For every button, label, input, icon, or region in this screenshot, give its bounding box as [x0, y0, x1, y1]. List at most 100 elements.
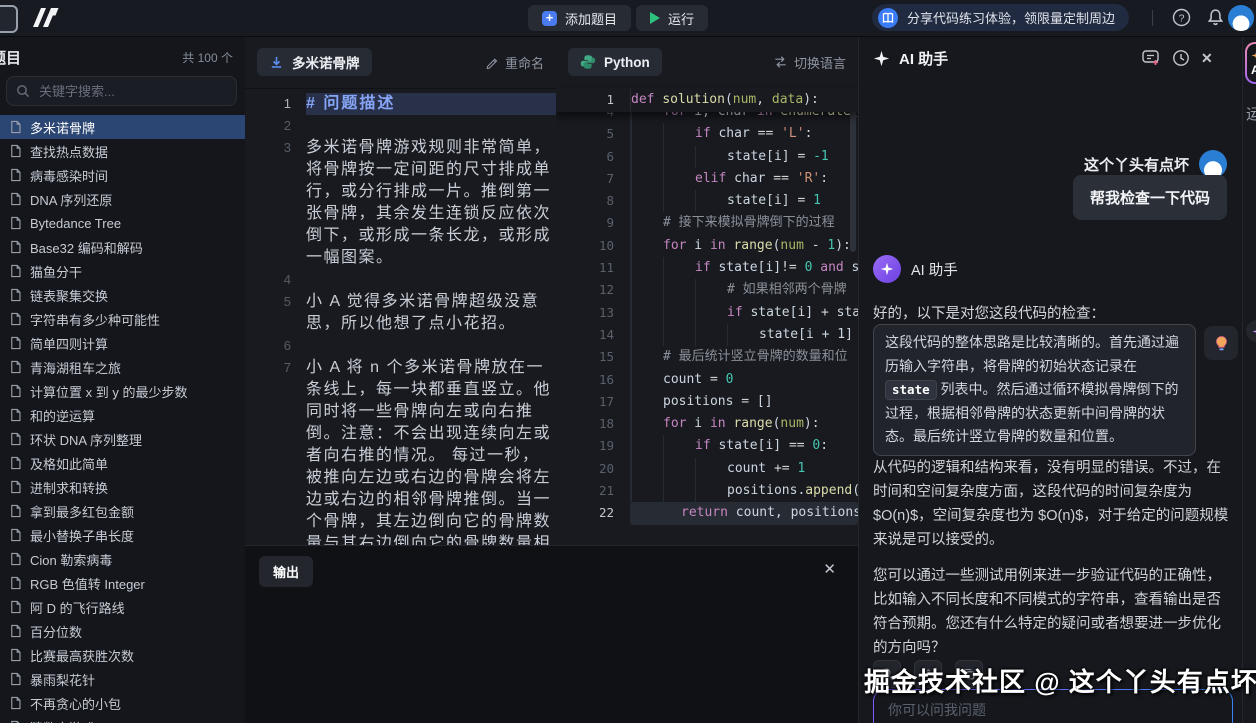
- sidebar-item[interactable]: 查找热点数据: [0, 139, 245, 163]
- search-input[interactable]: [37, 83, 227, 100]
- new-chat-icon[interactable]: [1141, 48, 1161, 68]
- file-icon: [9, 216, 22, 230]
- close-icon[interactable]: ✕: [1201, 50, 1213, 67]
- code-line: 1def solution(num, data):: [556, 89, 858, 111]
- sidebar-item[interactable]: 病毒感染时间: [0, 163, 245, 187]
- code-line: 7elif char == 'R':: [556, 168, 858, 190]
- sidebar-item-label: Cion 勒索病毒: [30, 550, 112, 569]
- inline-code-chip: state: [885, 380, 937, 400]
- sidebar-item-label: Bytedance Tree: [30, 216, 121, 231]
- code-panel-header: Python 切换语言: [556, 36, 858, 89]
- code-line: 20count += 1: [556, 458, 858, 480]
- pencil-icon: [485, 55, 499, 69]
- code-line: 14state[i + 1]: [556, 324, 858, 346]
- rename-button[interactable]: 重命名: [485, 53, 544, 72]
- sidebar-item[interactable]: 比赛最高获胜次数: [0, 643, 245, 667]
- sidebar-item-label: 计算位置 x 到 y 的最少步数: [30, 382, 187, 401]
- code-line: 18for i in range(num):: [556, 413, 858, 435]
- juejin-logo[interactable]: [30, 6, 60, 29]
- language-tab[interactable]: Python: [568, 48, 662, 76]
- sidebar-item-label: 病毒感染时间: [30, 166, 108, 185]
- sidebar-item[interactable]: 猫鱼分干: [0, 259, 245, 283]
- user-avatar[interactable]: [1228, 5, 1254, 31]
- code-line: 15# 最后统计竖立骨牌的数量和位: [556, 346, 858, 368]
- sidebar-item-label: 字符串有多少种可能性: [30, 310, 160, 329]
- sidebar-item[interactable]: 不再贪心的小包: [0, 691, 245, 715]
- file-icon: [9, 288, 22, 302]
- insight-button[interactable]: [1204, 326, 1238, 360]
- plus-icon: +: [542, 11, 557, 26]
- file-icon: [9, 144, 22, 158]
- sidebar-item[interactable]: 阿 D 的飞行路线: [0, 595, 245, 619]
- code-scrollbar[interactable]: [850, 92, 856, 252]
- svg-text:?: ?: [1179, 12, 1185, 24]
- sidebar-item-label: RGB 色值转 Integer: [30, 574, 145, 593]
- ai-widget-partial-text: 运: [1246, 103, 1256, 124]
- sidebar-item[interactable]: 计算位置 x 到 y 的最少步数: [0, 379, 245, 403]
- sidebar-item[interactable]: 多米诺骨牌: [0, 115, 245, 139]
- sidebar-item[interactable]: 暴雨梨花针: [0, 667, 245, 691]
- sidebar-item[interactable]: 拿到最多红包金额: [0, 499, 245, 523]
- sidebar-item[interactable]: 青海湖租车之旅: [0, 355, 245, 379]
- code-line: 16count = 0: [556, 369, 858, 391]
- help-icon[interactable]: ?: [1172, 8, 1191, 27]
- file-icon: [9, 672, 22, 686]
- sidebar-item[interactable]: Cion 勒索病毒: [0, 547, 245, 571]
- sidebar-item[interactable]: 链表聚集交换: [0, 283, 245, 307]
- sidebar-item[interactable]: 最小替换子串长度: [0, 523, 245, 547]
- sidebar-item[interactable]: 进制求和转换: [0, 475, 245, 499]
- description-line: 5小 A 觉得多米诺骨牌超级没意思，所以他想了点小花招。: [245, 291, 556, 335]
- problem-tab[interactable]: 多米诺骨牌: [257, 48, 372, 76]
- sidebar-item-label: DNA 序列还原: [30, 190, 112, 209]
- sidebar-item-label: 进制求和转换: [30, 478, 108, 497]
- sidebar-header: 题目 共 100 个: [0, 36, 245, 74]
- sidebar-item-label: 简单四则计算: [30, 334, 108, 353]
- switch-language-button[interactable]: 切换语言: [773, 53, 846, 72]
- download-icon: [269, 55, 284, 70]
- file-icon: [9, 336, 22, 350]
- sidebar-item[interactable]: 简单四则计算: [0, 331, 245, 355]
- search-box[interactable]: [6, 76, 237, 106]
- problem-panel-header: 多米诺骨牌 重命名: [245, 36, 556, 89]
- sidebar-item[interactable]: RGB 色值转 Integer: [0, 571, 245, 595]
- user-message-header: 这个丫头有点坏: [1084, 150, 1227, 178]
- assistant-intro: 好的，以下是对您这段代码的检查：: [873, 302, 1105, 323]
- share-banner[interactable]: 分享代码练习体验，领限量定制周边: [872, 4, 1129, 31]
- sidebar-item[interactable]: Bytedance Tree: [0, 211, 245, 235]
- sidebar-item[interactable]: 百分位数: [0, 619, 245, 643]
- ai-widget-button[interactable]: A: [1245, 42, 1256, 84]
- description-line: 1# 问题描述: [245, 93, 556, 115]
- bell-icon[interactable]: [1206, 8, 1225, 27]
- file-icon: [9, 480, 22, 494]
- sidebar-item-label: 查找热点数据: [30, 142, 108, 161]
- sidebar-item[interactable]: 及格如此简单: [0, 451, 245, 475]
- sidebar-item[interactable]: DNA 序列还原: [0, 187, 245, 211]
- output-close-icon[interactable]: ✕: [823, 560, 836, 578]
- assistant-paragraph-3: 您可以通过一些测试用例来进一步验证代码的正确性，比如输入不同长度和不同模式的字符…: [873, 564, 1233, 660]
- sidebar-item[interactable]: 和的逆运算: [0, 403, 245, 427]
- code-panel: Python 切换语言 1def solution(num, data): 4f…: [556, 36, 859, 545]
- sparkle-icon: [1251, 50, 1256, 61]
- code-line: 6state[i] = -1: [556, 146, 858, 168]
- sidebar-item[interactable]: Base32 编码和解码: [0, 235, 245, 259]
- history-icon[interactable]: [1171, 48, 1191, 68]
- sidebar-item[interactable]: 猜数字游戏: [0, 715, 245, 723]
- language-tab-label: Python: [604, 55, 650, 70]
- sidebar-item[interactable]: 字符串有多少种可能性: [0, 307, 245, 331]
- run-button[interactable]: 运行: [636, 5, 708, 31]
- add-question-button[interactable]: + 添加题目: [528, 5, 631, 31]
- window-chip: [0, 5, 18, 33]
- description-body[interactable]: 1# 问题描述23多米诺骨牌游戏规则非常简单，将骨牌按一定间距的尺寸排成单行，或…: [245, 88, 556, 545]
- chat-input[interactable]: [886, 701, 1224, 719]
- sidebar-item-label: 不再贪心的小包: [30, 694, 121, 713]
- output-tab[interactable]: 输出: [259, 556, 313, 587]
- watermark: 掘金技术社区 @ 这个丫头有点坏: [864, 662, 1256, 699]
- code-body[interactable]: 4for i, char in enumerate(5if char == 'L…: [556, 88, 858, 545]
- code-line: 5if char == 'L':: [556, 123, 858, 145]
- python-icon: [580, 54, 596, 70]
- sticky-code-line: 1def solution(num, data):: [556, 88, 858, 112]
- sidebar-item-label: 及格如此简单: [30, 454, 108, 473]
- sidebar-item[interactable]: 环状 DNA 序列整理: [0, 427, 245, 451]
- file-icon: [9, 312, 22, 326]
- sidebar-item-label: 青海湖租车之旅: [30, 358, 121, 377]
